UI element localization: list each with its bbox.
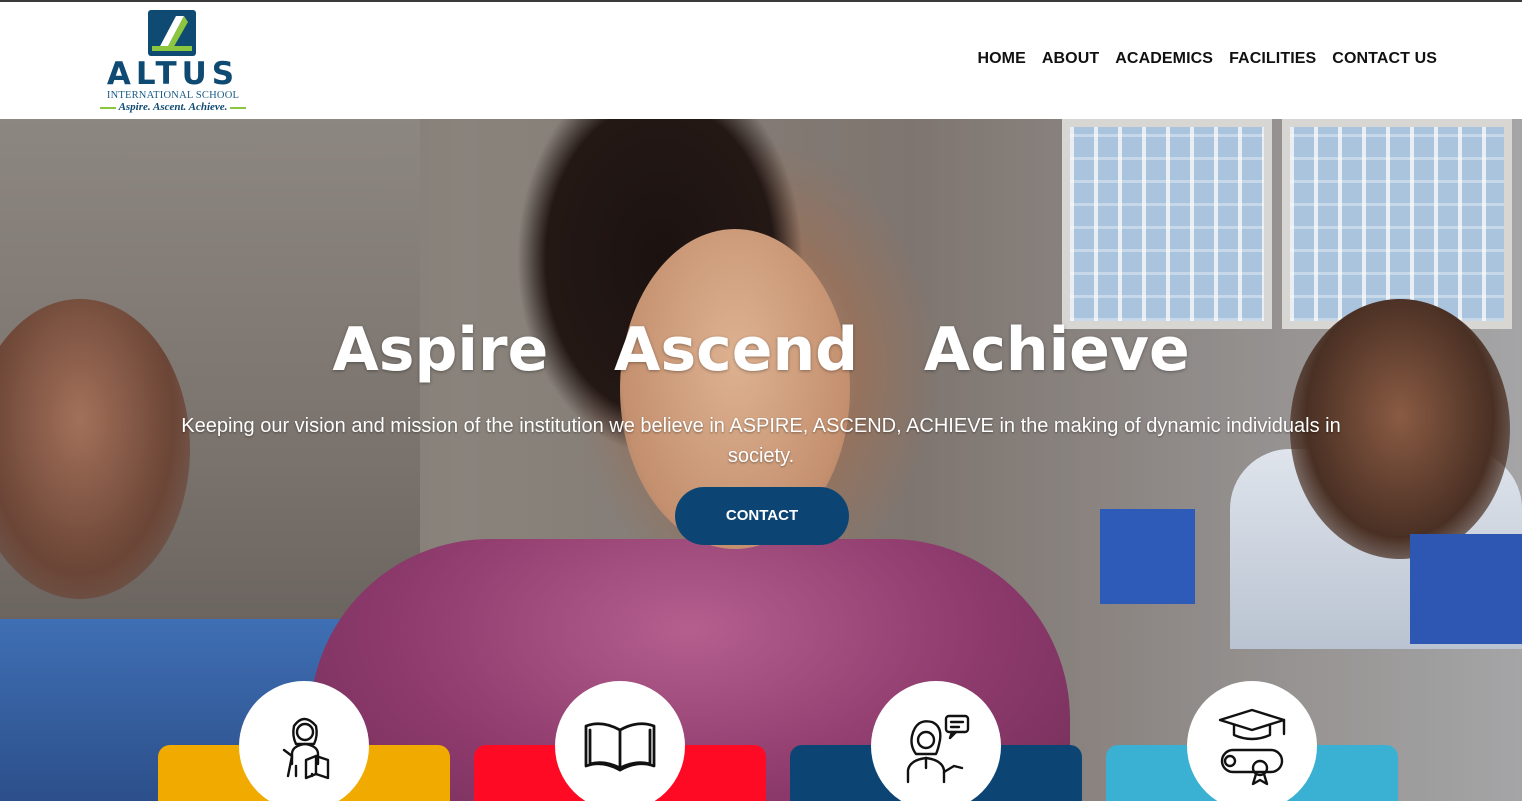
nav-facilities[interactable]: FACILITIES	[1229, 50, 1316, 68]
main-nav: HOME ABOUT ACADEMICS FACILITIES CONTACT …	[977, 50, 1437, 68]
open-book-icon	[584, 722, 656, 772]
nav-academics[interactable]: ACADEMICS	[1115, 50, 1213, 68]
nav-about[interactable]: ABOUT	[1042, 50, 1099, 68]
hero-photo-window	[1282, 119, 1512, 329]
reading-teacher-icon	[282, 717, 330, 780]
nav-home[interactable]: HOME	[977, 50, 1025, 68]
hero-title: Aspire Ascend Achieve	[332, 315, 1190, 385]
speaking-person-icon	[906, 714, 970, 784]
hero-photo-chair	[1410, 534, 1522, 644]
feature-icon-circle	[555, 681, 685, 801]
hero-photo-chair	[1100, 509, 1195, 604]
hero-photo-window	[1062, 119, 1272, 329]
feature-icon-circle	[871, 681, 1001, 801]
feature-icon-circle	[239, 681, 369, 801]
contact-button[interactable]: CONTACT	[675, 487, 849, 545]
site-header: ALTUS INTERNATIONAL SCHOOL Aspire. Ascen…	[0, 2, 1522, 119]
hero-text: Keeping our vision and mission of the in…	[181, 415, 1341, 467]
feature-icon-circle	[1187, 681, 1317, 801]
logo-subtitle: INTERNATIONAL SCHOOL	[106, 90, 240, 101]
graduation-cap-diploma-icon	[1218, 708, 1286, 786]
logo-tagline: Aspire. Ascent. Achieve.	[99, 101, 247, 113]
logo-mark-icon	[148, 10, 196, 56]
nav-contact-us[interactable]: CONTACT US	[1332, 50, 1437, 68]
logo-name: ALTUS	[106, 56, 240, 92]
school-logo[interactable]: ALTUS INTERNATIONAL SCHOOL Aspire. Ascen…	[99, 10, 247, 114]
hero-banner: Aspire Ascend Achieve Keeping our vision…	[0, 119, 1522, 801]
